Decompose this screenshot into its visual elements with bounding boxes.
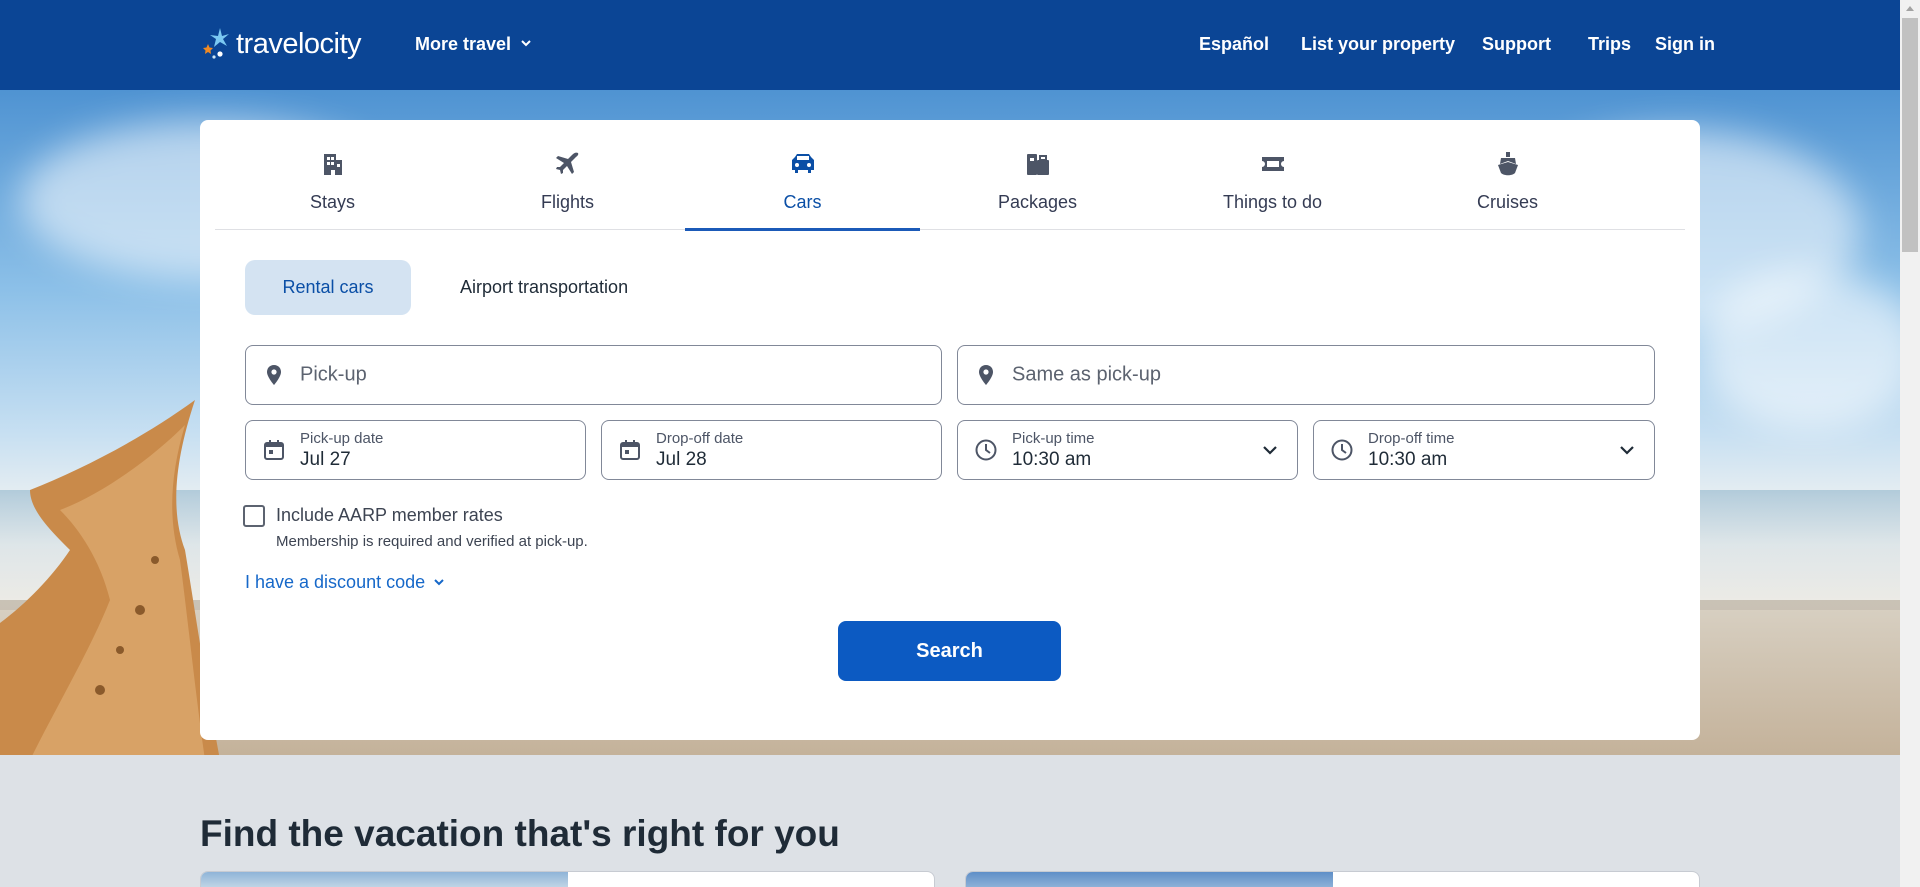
- chevron-down-icon: [433, 572, 445, 593]
- aarp-membership-note: Membership is required and verified at p…: [276, 533, 588, 550]
- tab-cruises-label: Cruises: [1476, 192, 1538, 212]
- tab-cruises[interactable]: Cruises: [1390, 120, 1625, 230]
- car-icon: [789, 150, 817, 178]
- building-icon: [319, 150, 347, 178]
- tab-stays[interactable]: Stays: [215, 120, 450, 230]
- travelocity-star-logo-icon: [200, 24, 236, 64]
- nav-support-link[interactable]: Support: [1482, 34, 1551, 55]
- pickup-date-field[interactable]: Pick-up date Jul 27: [245, 420, 586, 480]
- nav-list-property-link[interactable]: List your property: [1301, 34, 1455, 55]
- tab-cars-label: Cars: [783, 192, 822, 212]
- tab-stays-label: Stays: [309, 192, 356, 212]
- logo-text: travelocity: [236, 27, 362, 60]
- calendar-icon: [262, 438, 286, 462]
- top-navigation-bar: travelocity More travel Español List you…: [0, 0, 1900, 90]
- tab-things-to-do[interactable]: Things to do: [1155, 120, 1390, 230]
- page-scrollbar[interactable]: [1900, 0, 1920, 887]
- pickup-time-label: Pick-up time: [1012, 430, 1095, 447]
- chevron-down-icon: [519, 34, 533, 55]
- vacation-card[interactable]: [965, 871, 1700, 887]
- tab-things-to-do-label: Things to do: [1222, 192, 1323, 212]
- tab-packages-label: Packages: [997, 192, 1078, 212]
- travel-type-tabs: Stays Flights Cars Packages Things to do: [215, 120, 1685, 231]
- dropoff-date-field[interactable]: Drop-off date Jul 28: [601, 420, 942, 480]
- clock-icon: [974, 438, 998, 462]
- starfish-image: [0, 400, 220, 755]
- aarp-checkbox[interactable]: [243, 505, 265, 527]
- pickup-placeholder: Pick-up: [300, 363, 367, 386]
- scroll-up-arrow-icon[interactable]: [1906, 6, 1914, 11]
- discount-code-label: I have a discount code: [245, 572, 426, 592]
- discount-code-toggle[interactable]: I have a discount code: [245, 572, 445, 593]
- travelocity-logo[interactable]: travelocity: [200, 24, 362, 64]
- chevron-down-icon: [1618, 441, 1636, 459]
- nav-trips-link[interactable]: Trips: [1588, 34, 1631, 55]
- search-card: Stays Flights Cars Packages Things to do: [200, 120, 1700, 740]
- tab-flights-label: Flights: [540, 192, 594, 212]
- pickup-location-field[interactable]: Pick-up: [245, 345, 942, 405]
- dropoff-date-label: Drop-off date: [656, 430, 744, 447]
- plane-icon: [554, 150, 582, 178]
- pickup-time-select[interactable]: Pick-up time 10:30 am: [957, 420, 1298, 480]
- chevron-down-icon: [1261, 441, 1279, 459]
- ticket-icon: [1259, 150, 1287, 178]
- subtab-airport-transportation[interactable]: Airport transportation: [460, 260, 628, 315]
- tab-cars[interactable]: Cars: [685, 120, 920, 231]
- pickup-date-value: Jul 27: [300, 449, 351, 470]
- dropoff-placeholder: Same as pick-up: [1012, 363, 1161, 386]
- vacation-card[interactable]: [200, 871, 935, 887]
- ship-icon: [1494, 150, 1522, 178]
- scrollbar-thumb[interactable]: [1902, 18, 1918, 252]
- nav-sign-in-link[interactable]: Sign in: [1655, 34, 1715, 55]
- dropoff-time-value: 10:30 am: [1368, 449, 1448, 470]
- map-pin-icon: [262, 363, 286, 387]
- dropoff-date-value: Jul 28: [656, 449, 707, 470]
- nav-espanol-link[interactable]: Español: [1199, 34, 1269, 55]
- pickup-date-label: Pick-up date: [300, 430, 384, 447]
- dropoff-time-select[interactable]: Drop-off time 10:30 am: [1313, 420, 1655, 480]
- aarp-label[interactable]: Include AARP member rates: [276, 505, 503, 526]
- vacation-card-image: [201, 872, 568, 887]
- more-travel-menu[interactable]: More travel: [415, 34, 533, 55]
- more-travel-label: More travel: [415, 34, 512, 54]
- section-heading: Find the vacation that's right for you: [200, 813, 840, 854]
- luggage-icon: [1024, 150, 1052, 178]
- dropoff-location-field[interactable]: Same as pick-up: [957, 345, 1655, 405]
- search-button[interactable]: Search: [838, 621, 1061, 681]
- tab-flights[interactable]: Flights: [450, 120, 685, 230]
- pickup-time-value: 10:30 am: [1012, 449, 1092, 470]
- tab-packages[interactable]: Packages: [920, 120, 1155, 230]
- vacation-card-image: [966, 872, 1333, 887]
- subtab-rental-cars[interactable]: Rental cars: [245, 260, 411, 315]
- calendar-icon: [618, 438, 642, 462]
- clock-icon: [1330, 438, 1354, 462]
- map-pin-icon: [974, 363, 998, 387]
- dropoff-time-label: Drop-off time: [1368, 430, 1455, 447]
